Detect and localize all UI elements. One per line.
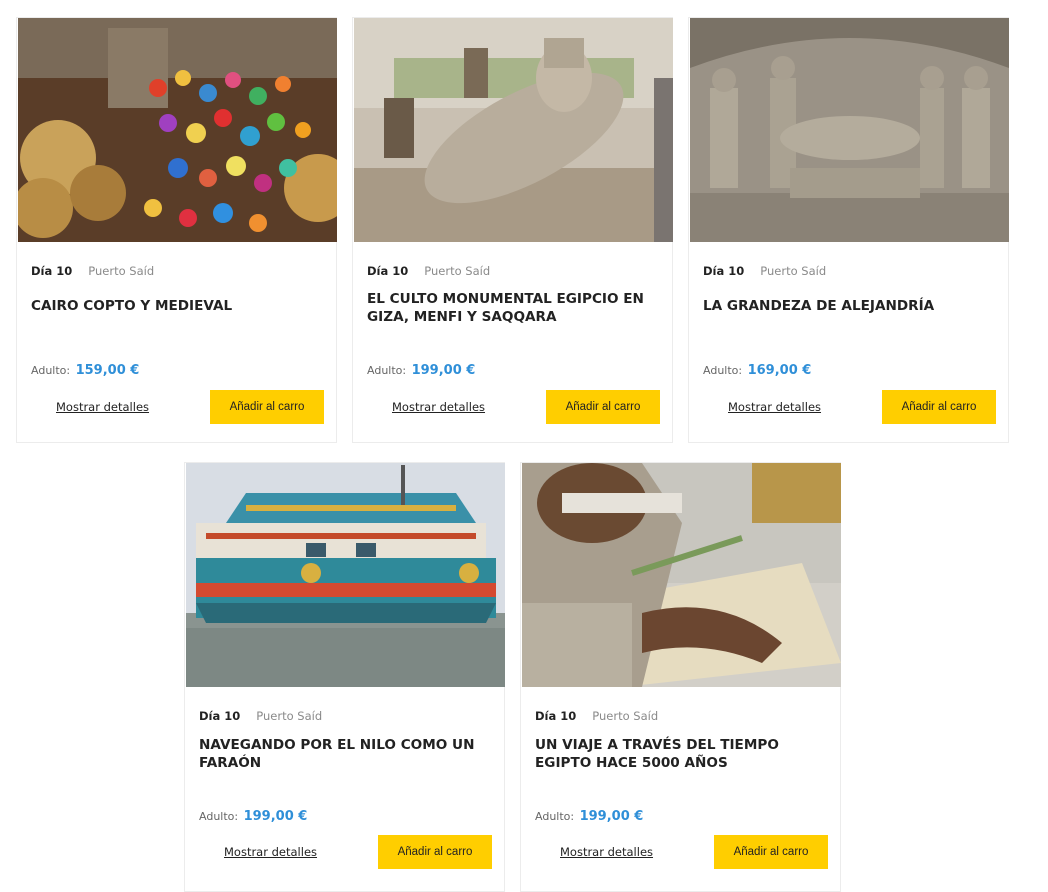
lanterns-bazaar-image bbox=[18, 18, 337, 242]
catacomb-relief-image bbox=[690, 18, 1009, 242]
price-label: Adulto: bbox=[703, 364, 743, 377]
tour-image-statue[interactable] bbox=[354, 18, 673, 242]
tour-image-relief[interactable] bbox=[690, 18, 1009, 242]
tour-price: 159,00 € bbox=[75, 363, 140, 378]
tour-meta: Día 10 Puerto Saíd bbox=[367, 264, 490, 278]
tour-meta: Día 10 Puerto Saíd bbox=[535, 709, 658, 723]
tour-image-lanterns[interactable] bbox=[18, 18, 337, 242]
add-to-cart-button[interactable]: Añadir al carro bbox=[378, 835, 492, 869]
tour-card: Día 10 Puerto Saíd NAVEGANDO POR EL NILO … bbox=[184, 462, 505, 892]
tour-day: Día 10 bbox=[367, 264, 409, 278]
tour-price: 199,00 € bbox=[579, 809, 644, 824]
tour-day: Día 10 bbox=[535, 709, 577, 723]
tour-port: Puerto Saíd bbox=[760, 264, 827, 278]
price-label: Adulto: bbox=[199, 810, 239, 823]
tour-title[interactable]: UN VIAJE A TRAVÉS DEL TIEMPO EGIPTO HACE… bbox=[535, 736, 830, 772]
tour-card: Día 10 Puerto Saíd UN VIAJE A TRAVÉS DEL … bbox=[520, 462, 841, 892]
price-label: Adulto: bbox=[367, 364, 407, 377]
tour-price: 199,00 € bbox=[411, 363, 476, 378]
tour-price-row: Adulto: 159,00 € bbox=[31, 363, 139, 378]
add-to-cart-button[interactable]: Añadir al carro bbox=[882, 390, 996, 424]
tour-card: Día 10 Puerto Saíd CAIRO COPTO Y MEDIEVAL… bbox=[16, 17, 337, 443]
tour-meta: Día 10 Puerto Saíd bbox=[31, 264, 154, 278]
tour-image-papyrus[interactable] bbox=[522, 463, 841, 687]
tour-price-row: Adulto: 169,00 € bbox=[703, 363, 811, 378]
tour-card: Día 10 Puerto Saíd LA GRANDEZA DE ALEJAND… bbox=[688, 17, 1009, 443]
tour-port: Puerto Saíd bbox=[88, 264, 155, 278]
add-to-cart-button[interactable]: Añadir al carro bbox=[546, 390, 660, 424]
tour-image-boat[interactable] bbox=[186, 463, 505, 687]
nile-boat-image bbox=[186, 463, 505, 687]
tour-price-row: Adulto: 199,00 € bbox=[367, 363, 475, 378]
show-details-link[interactable]: Mostrar detalles bbox=[392, 400, 485, 414]
show-details-link[interactable]: Mostrar detalles bbox=[728, 400, 821, 414]
tour-meta: Día 10 Puerto Saíd bbox=[199, 709, 322, 723]
ramses-statue-image bbox=[354, 18, 673, 242]
tour-title[interactable]: EL CULTO MONUMENTAL EGIPCIO EN GIZA, MEN… bbox=[367, 290, 662, 326]
tour-price: 199,00 € bbox=[243, 809, 308, 824]
papyrus-making-image bbox=[522, 463, 841, 687]
tour-price-row: Adulto: 199,00 € bbox=[535, 809, 643, 824]
show-details-link[interactable]: Mostrar detalles bbox=[560, 845, 653, 859]
tour-day: Día 10 bbox=[199, 709, 241, 723]
tour-price: 169,00 € bbox=[747, 363, 812, 378]
price-label: Adulto: bbox=[535, 810, 575, 823]
show-details-link[interactable]: Mostrar detalles bbox=[56, 400, 149, 414]
price-label: Adulto: bbox=[31, 364, 71, 377]
add-to-cart-button[interactable]: Añadir al carro bbox=[714, 835, 828, 869]
add-to-cart-button[interactable]: Añadir al carro bbox=[210, 390, 324, 424]
tour-port: Puerto Saíd bbox=[256, 709, 323, 723]
tour-card: Día 10 Puerto Saíd EL CULTO MONUMENTAL EG… bbox=[352, 17, 673, 443]
tour-day: Día 10 bbox=[703, 264, 745, 278]
tour-port: Puerto Saíd bbox=[592, 709, 659, 723]
tour-title[interactable]: LA GRANDEZA DE ALEJANDRÍA bbox=[703, 297, 998, 315]
tour-port: Puerto Saíd bbox=[424, 264, 491, 278]
tour-title[interactable]: CAIRO COPTO Y MEDIEVAL bbox=[31, 297, 326, 315]
tour-price-row: Adulto: 199,00 € bbox=[199, 809, 307, 824]
tour-day: Día 10 bbox=[31, 264, 73, 278]
show-details-link[interactable]: Mostrar detalles bbox=[224, 845, 317, 859]
tour-meta: Día 10 Puerto Saíd bbox=[703, 264, 826, 278]
tour-title[interactable]: NAVEGANDO POR EL NILO COMO UN FARAÓN bbox=[199, 736, 494, 772]
